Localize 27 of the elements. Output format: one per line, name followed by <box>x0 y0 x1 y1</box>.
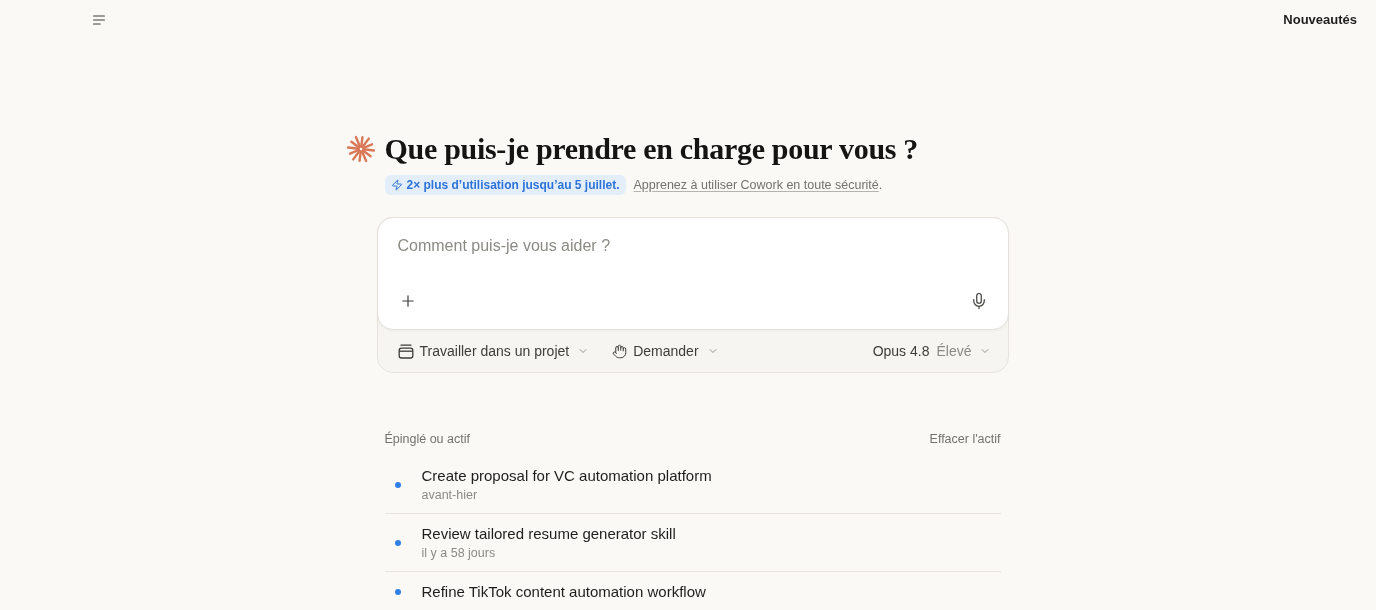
clear-active-button[interactable]: Effacer l'actif <box>929 429 1001 449</box>
menu-button[interactable] <box>91 13 107 27</box>
safety-note: Apprenez à utiliser Cowork en toute sécurité. <box>633 176 883 194</box>
tray-icon <box>397 343 414 359</box>
menu-icon <box>93 15 105 25</box>
chat-title: Review tailored resume generator skill <box>421 524 676 544</box>
chat-item[interactable]: Review tailored resume generator skill il y a 58 jours <box>384 514 1001 572</box>
section-title: Épinglé ou actif <box>384 430 470 448</box>
chat-title: Refine TikTok content automation workflow <box>421 582 706 602</box>
chat-title: Create proposal for VC automation platform <box>421 466 712 486</box>
starburst-icon <box>346 135 375 163</box>
chat-item[interactable]: Create proposal for VC automation platform avant-hier <box>384 456 1001 514</box>
hand-icon <box>612 343 628 359</box>
model-name: Opus 4.8 <box>872 341 930 361</box>
page-heading: Que puis-je prendre en charge pour vous ? <box>384 131 919 167</box>
mode-dropdown[interactable]: Demander <box>604 335 727 367</box>
whats-new-button[interactable]: Nouveautés <box>1283 10 1357 30</box>
prompt-input[interactable]: Comment puis-je vous aider ? <box>397 234 988 258</box>
chat-time: avant-hier <box>421 487 479 504</box>
usage-badge: 2× plus d’utilisation jusqu’au 5 juillet. <box>384 175 626 195</box>
safety-link[interactable]: Apprenez à utiliser Cowork en toute sécurité <box>633 177 879 192</box>
project-dropdown[interactable]: Travailler dans un projet <box>389 335 598 367</box>
lightning-icon <box>390 179 403 191</box>
effort-level: Élevé <box>936 341 972 361</box>
model-dropdown[interactable]: Opus 4.8 Élevé <box>864 335 999 367</box>
chat-item[interactable]: Refine TikTok content automation workflow <box>384 572 1001 610</box>
chat-time: il y a 58 jours <box>421 545 497 562</box>
